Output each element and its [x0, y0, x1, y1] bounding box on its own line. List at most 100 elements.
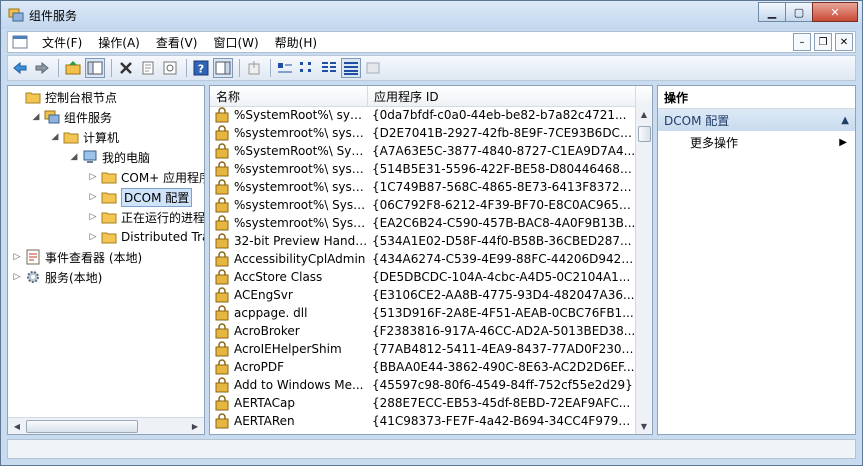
tree-distributed-trans[interactable]: ▷ Distributed Trar — [88, 228, 204, 246]
tree-horizontal-scrollbar[interactable]: ◀ ▶ — [8, 417, 204, 434]
properties-button[interactable] — [138, 58, 158, 78]
column-header-app-id[interactable]: 应用程序 ID — [368, 86, 636, 106]
close-button[interactable]: ✕ — [812, 2, 858, 22]
toolbar-separator — [58, 59, 59, 77]
show-hide-action-pane-button[interactable] — [213, 58, 233, 78]
scroll-up-icon[interactable]: ▲ — [637, 107, 651, 121]
table-row[interactable]: %SystemRoot%\ syst... {0da7bfdf-c0a0-44eb… — [210, 106, 636, 124]
app-name: AccessibilityCplAdmin — [234, 252, 366, 266]
collapse-arrow-icon[interactable]: ◢ — [31, 112, 41, 122]
dcom-app-icon — [215, 143, 229, 159]
configure-button[interactable] — [363, 58, 383, 78]
toolbar-separator — [239, 59, 240, 77]
actions-section-dcom[interactable]: DCOM 配置 ▲ — [658, 109, 855, 131]
dcom-app-icon — [215, 215, 229, 231]
scroll-down-icon[interactable]: ▼ — [637, 419, 651, 433]
table-row[interactable]: %systemroot%\ syste... {D2E7041B-2927-42f… — [210, 124, 636, 142]
folder-icon — [101, 189, 117, 205]
table-row[interactable]: AERTACap {288E7ECC-EB53-45df-8EBD-72EAF9A… — [210, 394, 636, 412]
collapse-arrow-icon[interactable]: ◢ — [69, 152, 79, 162]
mdi-close-button[interactable]: ✕ — [835, 33, 853, 51]
table-row[interactable]: %SystemRoot%\ Syst... {A7A63E5C-3877-4840… — [210, 142, 636, 160]
show-hide-tree-button[interactable] — [85, 58, 105, 78]
tree-my-computer[interactable]: ◢ 我的电脑 — [69, 148, 150, 166]
properties-icon — [142, 61, 154, 75]
menu-action[interactable]: 操作(A) — [90, 34, 148, 51]
table-row[interactable]: 32-bit Preview Handl... {534A1E02-D58F-44… — [210, 232, 636, 250]
refresh-button[interactable] — [160, 58, 180, 78]
tree-services[interactable]: ▷ 服务(本地) — [12, 268, 103, 286]
table-row[interactable]: acppage. dll {513D916F-2A8E-4F51-AEAB-0CB… — [210, 304, 636, 322]
export-list-button[interactable] — [244, 58, 264, 78]
dcom-app-icon — [215, 377, 229, 393]
expand-arrow-icon[interactable]: ▷ — [88, 192, 98, 202]
table-row[interactable]: %systemroot%\ syste... {1C749B87-568C-486… — [210, 178, 636, 196]
expand-arrow-icon[interactable]: ▷ — [12, 272, 22, 282]
expand-arrow-icon[interactable]: ▷ — [88, 232, 98, 242]
app-id: {F2383816-917A-46CC-AD2A-5013BED38... — [372, 324, 636, 338]
scroll-right-icon[interactable]: ▶ — [188, 419, 202, 433]
forward-button[interactable] — [32, 58, 52, 78]
folder-icon — [63, 129, 79, 145]
column-header-name[interactable]: 名称 — [210, 86, 368, 106]
tree-root[interactable]: 控制台根节点 — [12, 88, 117, 106]
table-row[interactable]: AccStore Class {DE5DBCDC-104A-4cbc-A4D5-0… — [210, 268, 636, 286]
tree-dcom-config[interactable]: ▷ DCOM 配置 — [88, 187, 193, 207]
tree-running-processes[interactable]: ▷ 正在运行的进程 — [88, 208, 204, 226]
scroll-thumb[interactable] — [26, 420, 138, 433]
list-view-button[interactable] — [319, 58, 339, 78]
small-icons-icon — [300, 62, 311, 72]
maximize-button[interactable]: ▢ — [785, 2, 813, 22]
table-row[interactable]: ACEngSvr {E3106CE2-AA8B-4775-93D4-482047A… — [210, 286, 636, 304]
tree-component-services[interactable]: ◢ 组件服务 — [31, 108, 112, 126]
tree-com-plus[interactable]: ▷ COM+ 应用程序 — [88, 168, 204, 186]
expand-arrow-icon[interactable]: ▷ — [12, 252, 22, 262]
folder-icon — [101, 209, 117, 225]
toolbar-separator — [270, 59, 271, 77]
title-bar[interactable]: 组件服务 ▁ ▢ ✕ — [1, 1, 862, 29]
menu-window[interactable]: 窗口(W) — [205, 34, 266, 51]
expand-arrow-icon[interactable]: ▷ — [88, 212, 98, 222]
table-row[interactable]: AccessibilityCplAdmin {434A6274-C539-4E99… — [210, 250, 636, 268]
app-id: {513D916F-2A8E-4F51-AEAB-0CBC76FB1... — [372, 306, 634, 320]
results-vertical-scrollbar[interactable]: ▲ ▼ — [635, 106, 652, 434]
collapse-arrow-icon[interactable]: ◢ — [50, 132, 60, 142]
mdi-minimize-button[interactable]: – — [793, 33, 811, 51]
dcom-app-icon — [215, 395, 229, 411]
table-row[interactable]: %systemroot%\ Syst... {06C792F8-6212-4F39… — [210, 196, 636, 214]
tree-computers[interactable]: ◢ 计算机 — [50, 128, 119, 146]
table-row[interactable]: Add to Windows Me... {45597c98-80f6-4549-… — [210, 376, 636, 394]
menu-view[interactable]: 查看(V) — [148, 34, 206, 51]
expand-arrow-icon[interactable]: ▷ — [88, 172, 98, 182]
table-row[interactable]: %systemroot%\ Syst... {EA2C6B24-C590-457B… — [210, 214, 636, 232]
column-header-row: 名称 应用程序 ID — [210, 86, 652, 107]
details-view-button[interactable] — [341, 58, 361, 78]
app-name: %SystemRoot%\ Syst... — [234, 144, 368, 158]
svg-text:?: ? — [198, 63, 204, 76]
table-row[interactable]: AcroIEHelperShim {77AB4812-5411-4EA9-8437… — [210, 340, 636, 358]
help-button[interactable]: ? — [191, 58, 211, 78]
app-id: {41C98373-FE7F-4a42-B694-34CC4F979E... — [372, 414, 636, 428]
table-row[interactable]: %systemroot%\ syste... {514B5E31-5596-422… — [210, 160, 636, 178]
console-tree-pane: 控制台根节点 ◢ 组件服务 ◢ 计算机 ◢ 我的电脑 ▷ COM+ 应用程序 ▷ DCOM 配置 ▷ 正… — [7, 85, 205, 435]
mdi-restore-button[interactable]: ❐ — [814, 33, 832, 51]
app-name: %systemroot%\ Syst... — [234, 216, 368, 230]
scroll-thumb[interactable] — [638, 126, 651, 142]
more-actions[interactable]: 更多操作 ▶ — [658, 131, 855, 153]
tree-event-viewer[interactable]: ▷ 事件查看器 (本地) — [12, 248, 142, 266]
back-button[interactable] — [10, 58, 30, 78]
menu-help[interactable]: 帮助(H) — [267, 34, 325, 51]
minimize-button[interactable]: ▁ — [758, 2, 786, 22]
menu-file[interactable]: 文件(F) — [34, 34, 90, 51]
large-icons-view-button[interactable] — [275, 58, 295, 78]
small-icons-view-button[interactable] — [297, 58, 317, 78]
delete-button[interactable] — [116, 58, 136, 78]
menu-bar: 文件(F) 操作(A) 查看(V) 窗口(W) 帮助(H) – ❐ ✕ — [7, 31, 856, 53]
table-row[interactable]: AcroPDF {BBAA0E44-3862-490C-8E63-AC2D2D6E… — [210, 358, 636, 376]
table-row[interactable]: AcroBroker {F2383816-917A-46CC-AD2A-5013B… — [210, 322, 636, 340]
app-id: {45597c98-80f6-4549-84ff-752cf55e2d29} — [372, 378, 633, 392]
dcom-app-icon — [215, 107, 229, 123]
table-row[interactable]: AERTARen {41C98373-FE7F-4a42-B694-34CC4F9… — [210, 412, 636, 430]
scroll-left-icon[interactable]: ◀ — [10, 419, 24, 433]
up-folder-button[interactable] — [63, 58, 83, 78]
